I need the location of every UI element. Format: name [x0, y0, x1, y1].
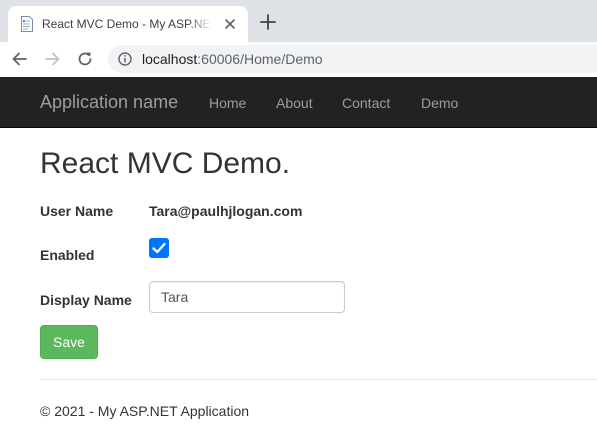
footer-text: © 2021 - My ASP.NET Application — [40, 403, 250, 419]
close-icon[interactable] — [223, 17, 237, 31]
address-bar[interactable]: localhost:60006/Home/Demo — [108, 45, 597, 73]
enabled-label: Enabled — [40, 247, 95, 263]
footer-divider — [40, 379, 597, 380]
enabled-checkbox[interactable] — [149, 238, 169, 258]
display-name-label: Display Name — [40, 292, 132, 308]
browser-tab-strip: React MVC Demo - My ASP.NET Application — [0, 0, 597, 42]
document-icon — [21, 16, 33, 32]
tab-title-fade — [188, 14, 212, 34]
checkmark-icon — [152, 242, 166, 254]
url-path: :60006/Home/Demo — [197, 51, 323, 67]
page-title: React MVC Demo. — [40, 147, 291, 180]
browser-toolbar: localhost:60006/Home/Demo — [0, 42, 597, 76]
save-button[interactable]: Save — [40, 325, 98, 359]
nav-link-demo[interactable]: Demo — [421, 94, 458, 112]
nav-link-about[interactable]: About — [276, 94, 313, 112]
site-navbar: Application name Home About Contact Demo — [0, 77, 597, 128]
url-text: localhost:60006/Home/Demo — [142, 51, 323, 67]
tab-title: React MVC Demo - My ASP.NET Application — [42, 17, 210, 31]
nav-link-contact[interactable]: Contact — [342, 94, 390, 112]
navbar-brand[interactable]: Application name — [40, 92, 178, 112]
user-name-label: User Name — [40, 203, 114, 219]
nav-link-home[interactable]: Home — [209, 94, 246, 112]
display-name-input[interactable] — [149, 281, 345, 313]
forward-arrow-icon[interactable] — [42, 49, 62, 69]
info-icon[interactable] — [118, 52, 132, 66]
reload-icon[interactable] — [75, 49, 95, 69]
user-name-value: Tara@paulhjlogan.com — [149, 203, 303, 219]
back-arrow-icon[interactable] — [10, 49, 30, 69]
url-host: localhost — [142, 51, 198, 67]
new-tab-icon[interactable] — [258, 12, 278, 32]
browser-tab[interactable]: React MVC Demo - My ASP.NET Application — [8, 6, 248, 42]
